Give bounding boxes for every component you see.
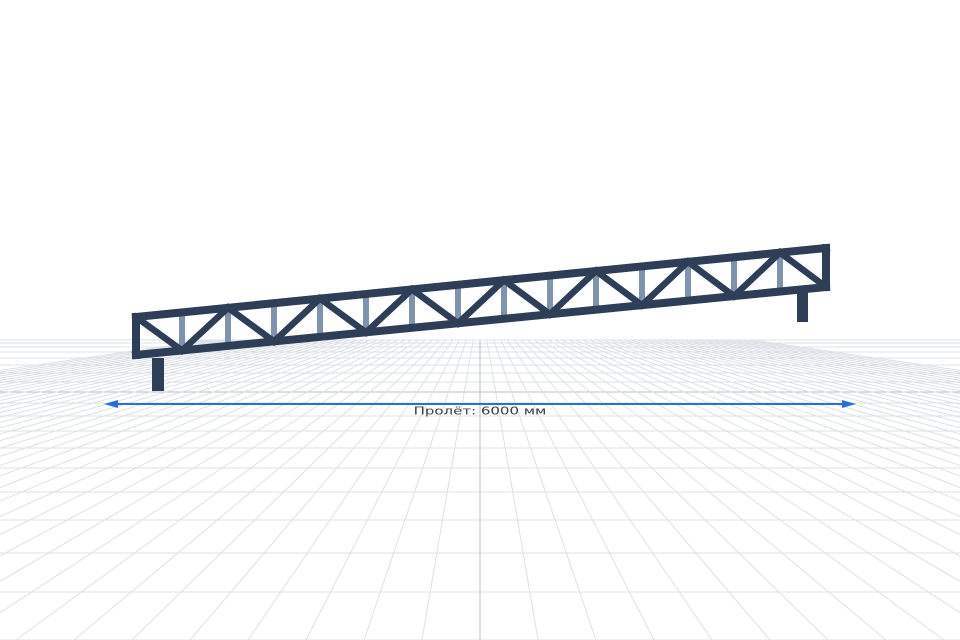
- grid-line-depth: [0, 339, 371, 477]
- truss-top-chord: [131, 243, 831, 322]
- grid-line-depth: [595, 339, 960, 467]
- grid-line-depth: [131, 339, 440, 640]
- dimension-arrow-left-icon: [104, 400, 118, 408]
- grid-line-depth: [15, 339, 426, 640]
- truss-diagonal-member: [591, 266, 647, 310]
- truss-diagonal-member: [683, 257, 739, 301]
- truss-diagonal-member: [499, 275, 555, 319]
- grid-line-depth: [589, 339, 960, 477]
- span-dimension-label: Пролёт: 6000 мм: [414, 406, 547, 418]
- grid-line-depth: [189, 339, 447, 640]
- grid-line-depth: [500, 339, 655, 640]
- grid-line-depth: [513, 339, 771, 640]
- 3d-viewport[interactable]: Пролёт: 6000 мм: [0, 0, 960, 640]
- grid-line-depth: [0, 339, 228, 377]
- grid-line-depth: [305, 339, 460, 640]
- left-support-post: [152, 358, 164, 391]
- grid-line-depth: [0, 339, 365, 467]
- truss-diagonal-member: [775, 248, 831, 292]
- grid-line-depth: [486, 339, 539, 640]
- grid-line-depth: [0, 339, 331, 429]
- grid-line-depth: [363, 339, 467, 640]
- truss-diagonal-member: [223, 303, 279, 346]
- grid-line-depth: [421, 339, 474, 640]
- right-support-post: [797, 289, 808, 322]
- dimension-arrow-right-icon: [842, 400, 856, 408]
- grid-line-depth: [73, 339, 433, 640]
- grid-line-depth: [527, 339, 887, 640]
- grid-line-depth: [677, 339, 960, 398]
- grid-line-depth: [0, 339, 419, 614]
- grid-line-depth: [0, 339, 283, 398]
- grid-line-depth: [520, 339, 829, 640]
- grid-line-depth: [732, 339, 960, 377]
- grid-line-depth: [629, 339, 960, 429]
- ground-grid: [0, 339, 960, 640]
- roof-truss[interactable]: [131, 243, 831, 360]
- truss-diagonal-member: [131, 312, 187, 356]
- truss-diagonal-member: [407, 284, 463, 328]
- grid-line-depth: [534, 339, 945, 640]
- truss-scene[interactable]: Пролёт: 6000 мм: [0, 0, 960, 640]
- grid-line-depth: [493, 339, 597, 640]
- grid-line-depth: [541, 339, 960, 614]
- truss-diagonal-member: [315, 294, 371, 337]
